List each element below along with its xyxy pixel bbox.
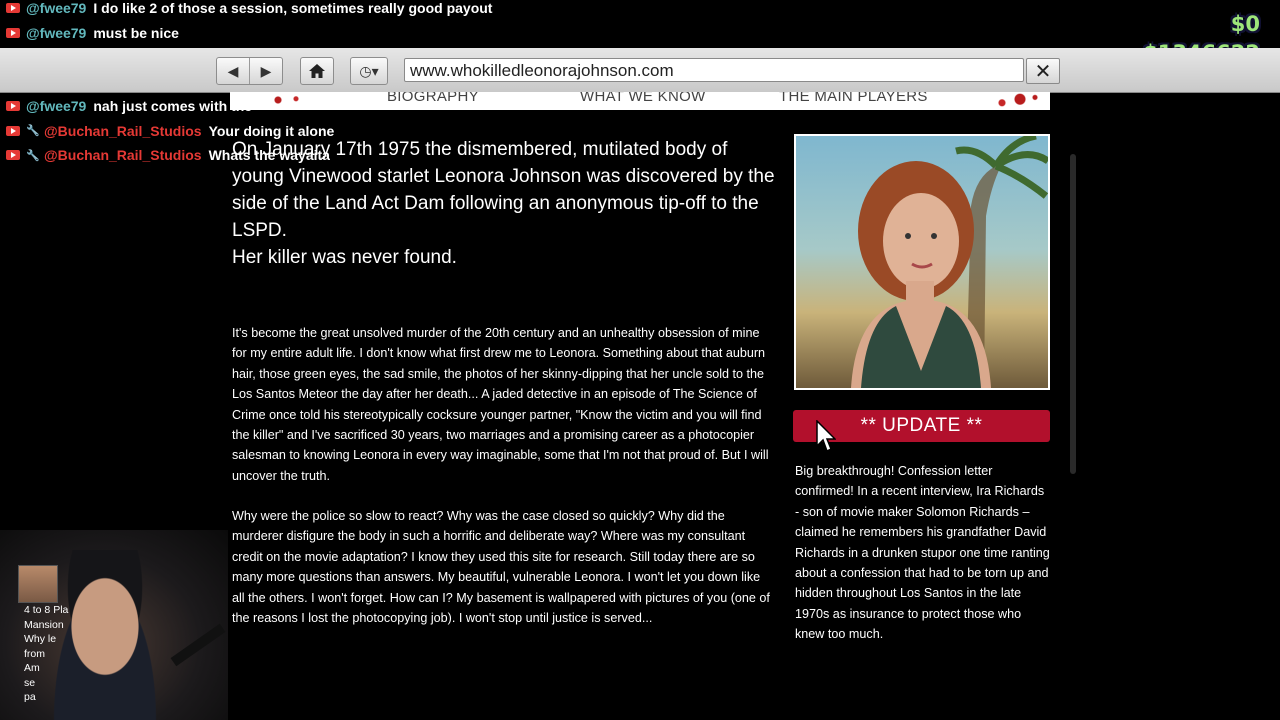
chat-username: @Buchan_Rail_Studios — [44, 122, 202, 139]
back-button[interactable]: ◀ — [217, 58, 249, 84]
blood-splatter-decoration — [260, 94, 320, 106]
home-icon — [309, 64, 325, 78]
youtube-icon — [6, 27, 20, 38]
streamer-silhouette — [40, 550, 170, 720]
nav-biography-link[interactable]: BIOGRAPHY — [387, 92, 479, 105]
history-button[interactable]: ◷▾ — [351, 58, 387, 84]
browser-toolbar: ◀ ▶ ◷▾ www.whokilledleonorajohnson.com ✕ — [0, 48, 1280, 93]
youtube-icon — [6, 3, 20, 14]
chat-message-text: I do like 2 of those a session, sometime… — [93, 0, 493, 17]
portrait-illustration — [851, 136, 1048, 388]
chat-username: @fwee79 — [26, 0, 87, 17]
chat-username: @Buchan_Rail_Studios — [44, 147, 202, 164]
youtube-icon — [6, 125, 20, 136]
page-scrollbar[interactable] — [1070, 154, 1076, 474]
chat-username: @fwee79 — [26, 98, 87, 115]
back-arrow-icon: ◀ — [227, 62, 239, 79]
forward-button[interactable]: ▶ — [249, 58, 282, 84]
close-browser-button[interactable]: ✕ — [1026, 58, 1060, 84]
headline-text: On January 17th 1975 the dismembered, mu… — [232, 139, 775, 241]
address-bar[interactable]: www.whokilledleonorajohnson.com — [404, 58, 1024, 82]
webcam-overlay-line: from — [24, 647, 45, 660]
back-forward-group: ◀ ▶ — [216, 57, 283, 85]
chat-message-text: nah just comes with the — [93, 98, 253, 115]
forward-arrow-icon: ▶ — [260, 62, 272, 79]
streamer-webcam: 4 to 8 Pla Mansion Why le from Am se pa — [0, 530, 228, 720]
close-icon: ✕ — [1034, 60, 1052, 83]
home-group — [300, 57, 334, 85]
chat-message: @fwee79 must be nice — [0, 21, 480, 46]
site-navigation: BIOGRAPHY WHAT WE KNOW THE MAIN PLAYERS — [230, 92, 1050, 110]
microphone-arm — [170, 623, 226, 667]
cash-amount: $0 — [1230, 12, 1260, 36]
history-group: ◷▾ — [350, 57, 388, 85]
blood-splatter-decoration — [984, 92, 1044, 110]
leonora-portrait-image — [794, 134, 1050, 390]
article-paragraph-1: It's become the great unsolved murder of… — [232, 326, 769, 483]
article-headline: On January 17th 1975 the dismembered, mu… — [232, 136, 777, 271]
update-text: Big breakthrough! Confession letter conf… — [795, 464, 1050, 642]
youtube-icon — [6, 150, 20, 161]
history-clock-icon: ◷▾ — [359, 62, 379, 79]
webcam-overlay-line: Mansion — [24, 618, 64, 631]
chat-message: @fwee79 I do like 2 of those a session, s… — [0, 0, 492, 21]
webcam-overlay-line: se — [24, 676, 36, 689]
youtube-icon — [6, 101, 20, 112]
home-button[interactable] — [301, 58, 333, 84]
webcam-overlay-line: 4 to 8 Pla — [24, 604, 69, 616]
webcam-overlay-line: Am — [24, 662, 40, 674]
webcam-overlay-line: pa — [24, 691, 36, 703]
article-paragraph-2: Why were the police so slow to react? Wh… — [232, 509, 770, 626]
nav-main-players-link[interactable]: THE MAIN PLAYERS — [779, 92, 928, 105]
webcam-overlay-line: Why le — [24, 633, 57, 645]
chat-message-text: must be nice — [93, 24, 179, 41]
nav-what-we-know-link[interactable]: WHAT WE KNOW — [580, 92, 706, 105]
headline-subtext: Her killer was never found. — [232, 247, 457, 268]
wrench-icon: 🔧 — [26, 125, 40, 138]
chat-username: @fwee79 — [26, 24, 87, 41]
wrench-icon: 🔧 — [26, 149, 40, 162]
mouse-cursor-icon — [816, 420, 836, 453]
